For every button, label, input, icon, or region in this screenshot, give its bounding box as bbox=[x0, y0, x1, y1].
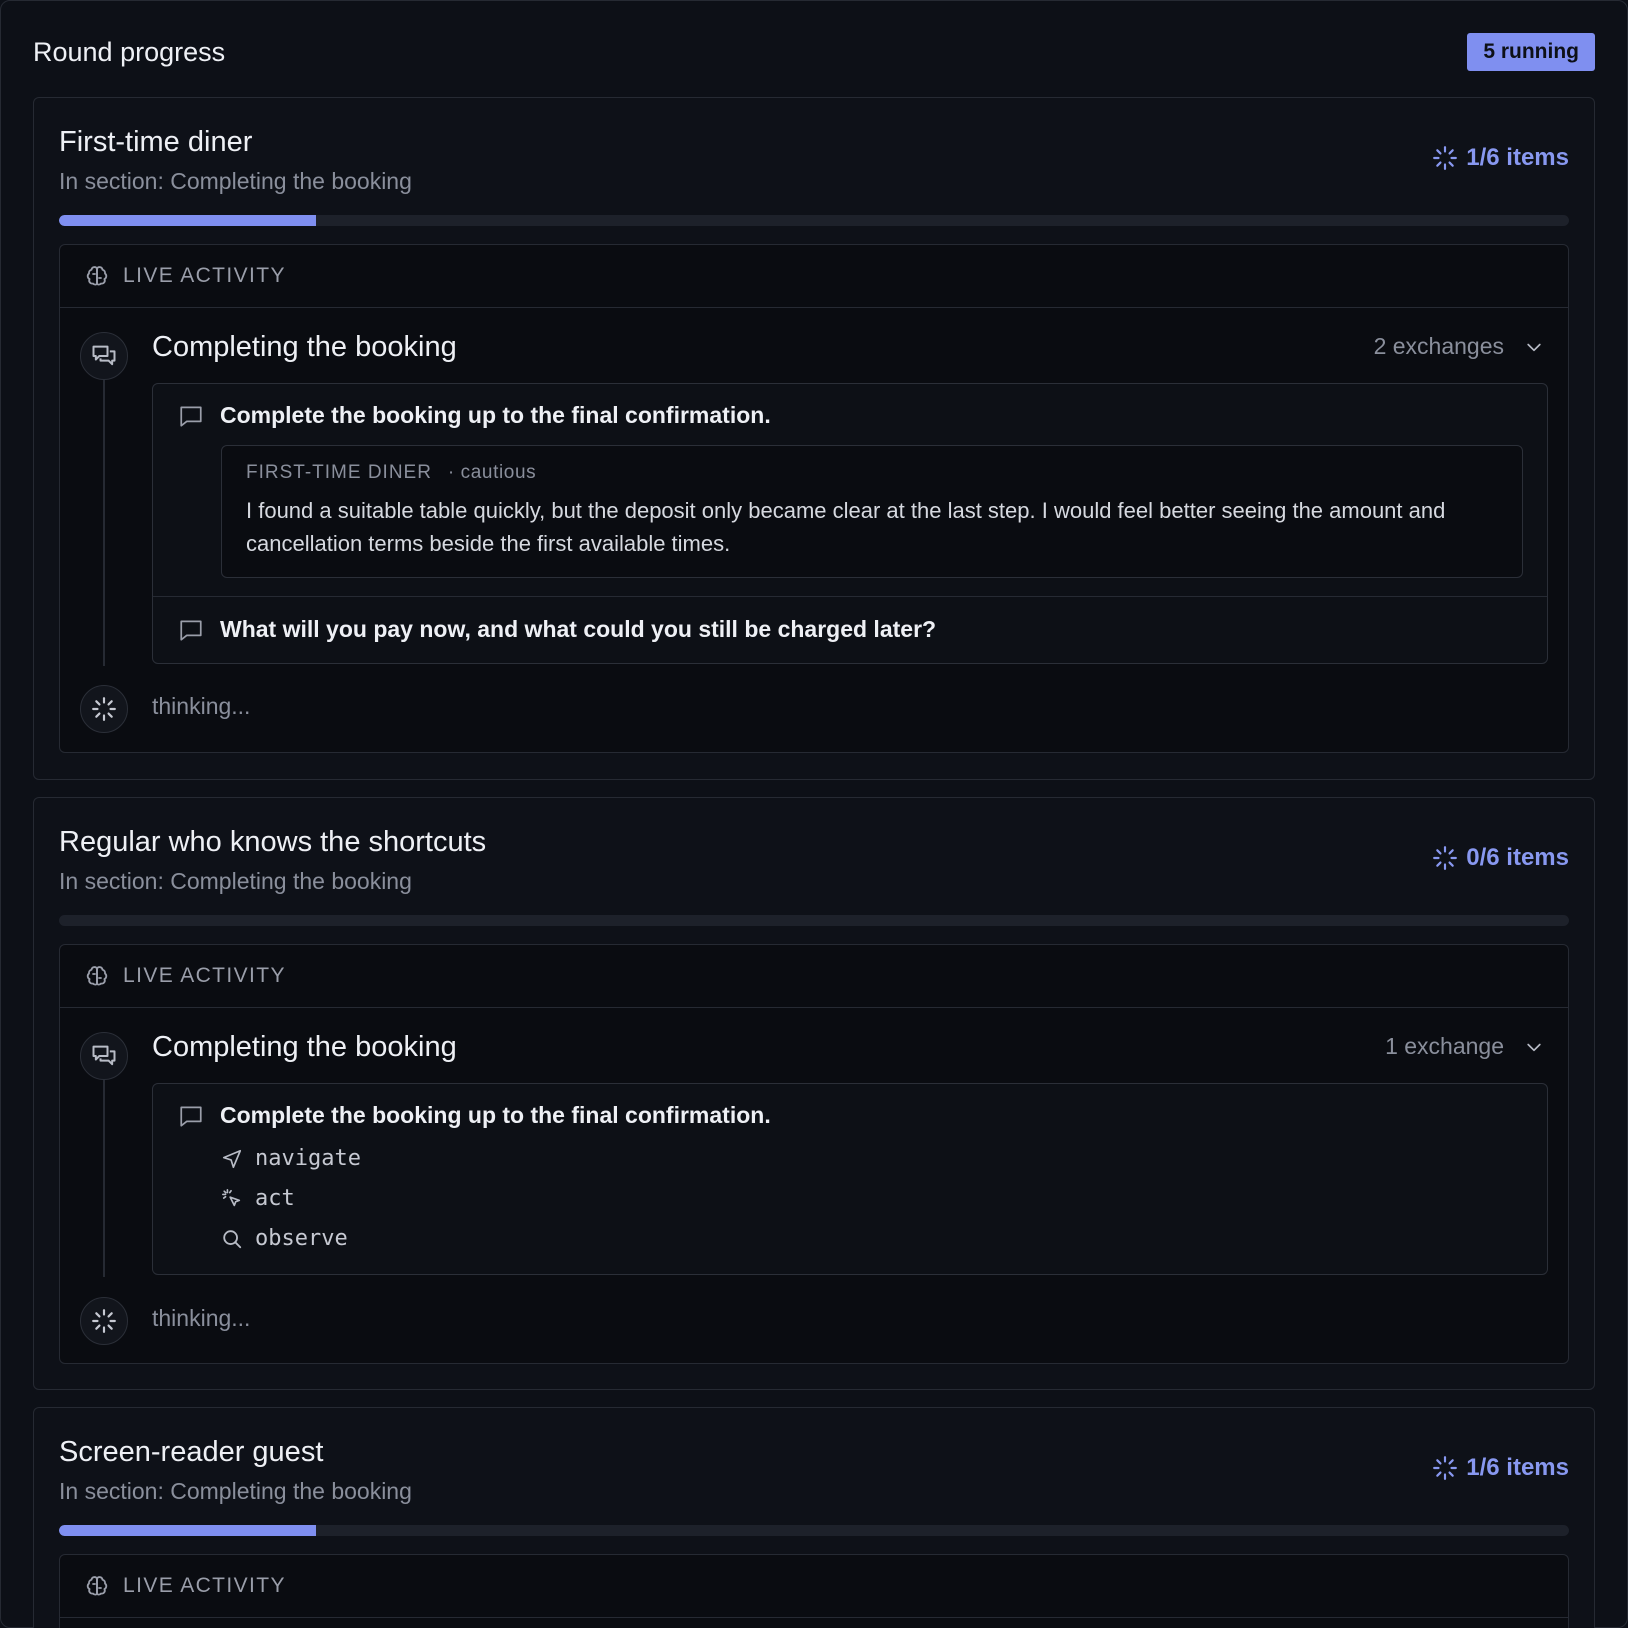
live-activity-header: LIVE ACTIVITY bbox=[60, 1555, 1568, 1618]
persona-title: First-time diner bbox=[59, 126, 253, 158]
live-activity-label: LIVE ACTIVITY bbox=[123, 964, 286, 987]
chat-bubbles-icon bbox=[90, 342, 118, 370]
spinner-icon bbox=[1432, 1455, 1458, 1481]
spinner-icon bbox=[91, 696, 117, 722]
spinner-icon bbox=[1432, 145, 1458, 171]
message-bubble-icon bbox=[178, 403, 204, 429]
persona-card-header: Screen-reader guest In section: Completi… bbox=[59, 1434, 1569, 1514]
tool-call-label: navigate bbox=[255, 1146, 361, 1171]
spinner-icon bbox=[1432, 845, 1458, 871]
persona-response-author: FIRST-TIME DINER bbox=[246, 462, 432, 483]
progress-bar-fill bbox=[59, 215, 316, 226]
round-progress-header: Round progress 5 running bbox=[33, 32, 1595, 72]
click-cursor-icon bbox=[221, 1188, 243, 1210]
brain-icon bbox=[85, 1574, 109, 1598]
page-title: Round progress bbox=[33, 36, 226, 67]
exchange-prompt[interactable]: Complete the booking up to the final con… bbox=[178, 402, 1522, 429]
persona-card: Screen-reader guest In section: Completi… bbox=[33, 1407, 1595, 1628]
persona-response-header: FIRST-TIME DINER · cautious bbox=[246, 462, 1498, 484]
progress-bar bbox=[59, 915, 1569, 926]
live-activity-header: LIVE ACTIVITY bbox=[60, 945, 1568, 1008]
live-activity-label: LIVE ACTIVITY bbox=[123, 264, 286, 287]
exchange-prompt-text: What will you pay now, and what could yo… bbox=[220, 616, 937, 642]
running-status-badge: 5 running bbox=[1467, 33, 1595, 71]
live-activity-panel: LIVE ACTIVITY Completing the booking 1 e… bbox=[59, 944, 1569, 1364]
persona-card: First-time diner In section: Completing … bbox=[33, 97, 1595, 780]
items-count-label: 0/6 items bbox=[1466, 844, 1569, 871]
navigate-arrow-icon bbox=[221, 1148, 243, 1170]
items-count-label: 1/6 items bbox=[1466, 1454, 1569, 1481]
tool-call-act: act bbox=[221, 1186, 295, 1211]
live-activity-header: LIVE ACTIVITY bbox=[60, 245, 1568, 308]
brain-icon bbox=[85, 264, 109, 288]
exchanges-toggle[interactable]: 1 exchange bbox=[1385, 1033, 1544, 1060]
conversation-node bbox=[80, 1032, 128, 1080]
section-title: Completing the booking bbox=[152, 1031, 457, 1063]
persona-title: Screen-reader guest bbox=[59, 1436, 324, 1468]
exchanges-list: Complete the booking up to the final con… bbox=[152, 383, 1548, 664]
thinking-node bbox=[80, 685, 128, 733]
persona-section-subtitle: In section: Completing the booking bbox=[59, 868, 412, 894]
thinking-status: thinking... bbox=[152, 1305, 251, 1331]
persona-response: FIRST-TIME DINER · cautious I found a su… bbox=[221, 445, 1523, 578]
spinner-icon bbox=[91, 1308, 117, 1334]
chevron-down-icon bbox=[1524, 1037, 1544, 1057]
thinking-node bbox=[80, 1297, 128, 1345]
timeline-connector bbox=[103, 380, 105, 666]
persona-title: Regular who knows the shortcuts bbox=[59, 826, 487, 858]
exchange-prompt[interactable]: Complete the booking up to the final con… bbox=[178, 1102, 1522, 1129]
exchanges-toggle[interactable]: 2 exchanges bbox=[1374, 333, 1544, 360]
progress-bar-fill bbox=[59, 1525, 316, 1536]
items-count: 1/6 items bbox=[1432, 1454, 1569, 1482]
persona-card: Regular who knows the shortcuts In secti… bbox=[33, 797, 1595, 1390]
persona-section-subtitle: In section: Completing the booking bbox=[59, 168, 412, 194]
progress-bar bbox=[59, 1525, 1569, 1536]
tool-call-observe: observe bbox=[221, 1226, 348, 1251]
brain-icon bbox=[85, 964, 109, 988]
persona-section-subtitle: In section: Completing the booking bbox=[59, 1478, 412, 1504]
message-bubble-icon bbox=[178, 617, 204, 643]
tool-call-navigate: navigate bbox=[221, 1146, 361, 1171]
exchanges-count: 1 exchange bbox=[1385, 1033, 1504, 1059]
items-count: 0/6 items bbox=[1432, 844, 1569, 872]
persona-card-header: Regular who knows the shortcuts In secti… bbox=[59, 824, 1569, 904]
exchange-prompt-text: Complete the booking up to the final con… bbox=[220, 1102, 771, 1128]
live-activity-label: LIVE ACTIVITY bbox=[123, 1574, 286, 1597]
conversation-node bbox=[80, 332, 128, 380]
section-title: Completing the booking bbox=[152, 331, 457, 363]
exchange-divider bbox=[153, 596, 1547, 597]
search-icon bbox=[221, 1228, 243, 1250]
persona-response-trait: · cautious bbox=[447, 462, 537, 483]
exchanges-count: 2 exchanges bbox=[1373, 333, 1504, 359]
progress-bar bbox=[59, 215, 1569, 226]
items-count: 1/6 items bbox=[1432, 144, 1569, 172]
chat-bubbles-icon bbox=[90, 1042, 118, 1070]
persona-card-header: First-time diner In section: Completing … bbox=[59, 124, 1569, 204]
live-activity-panel: LIVE ACTIVITY Completing the booking 2 e… bbox=[59, 244, 1569, 753]
items-count-label: 1/6 items bbox=[1466, 144, 1569, 171]
timeline-connector bbox=[103, 1080, 105, 1277]
exchange-prompt-text: Complete the booking up to the final con… bbox=[220, 402, 771, 428]
exchange-prompt[interactable]: What will you pay now, and what could yo… bbox=[178, 616, 1522, 643]
persona-response-text: I found a suitable table quickly, but th… bbox=[246, 498, 1446, 556]
tool-call-label: act bbox=[255, 1186, 295, 1211]
message-bubble-icon bbox=[178, 1103, 204, 1129]
tool-call-label: observe bbox=[255, 1226, 348, 1251]
thinking-status: thinking... bbox=[152, 693, 251, 719]
exchanges-list: Complete the booking up to the final con… bbox=[152, 1083, 1548, 1275]
chevron-down-icon bbox=[1524, 337, 1544, 357]
live-activity-panel: LIVE ACTIVITY bbox=[59, 1554, 1569, 1628]
